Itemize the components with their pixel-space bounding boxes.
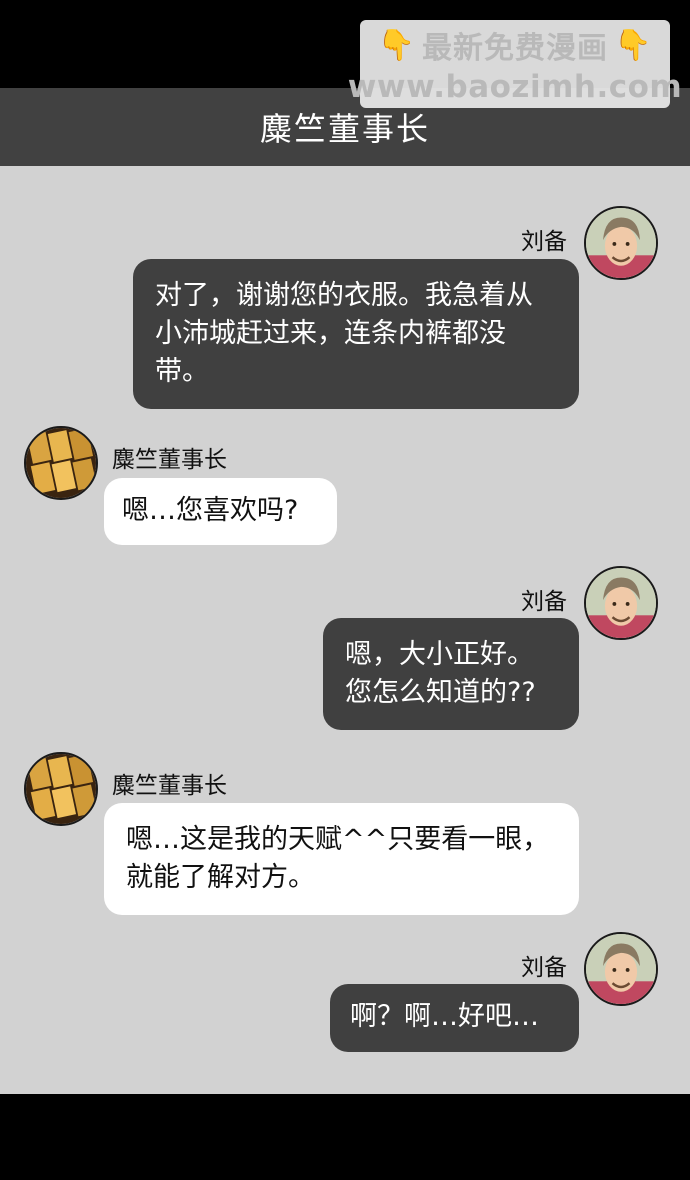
liu-bei-avatar[interactable]: [584, 932, 658, 1006]
sender-name: 刘备: [521, 955, 567, 981]
sender-name: 刘备: [521, 589, 567, 615]
sender-name: 刘备: [521, 229, 567, 255]
watermark-url[interactable]: www.baozimh.com: [348, 69, 682, 105]
watermark-title: 最新免费漫画: [422, 31, 608, 66]
pointing-down-hand-icon: 👇: [377, 27, 416, 63]
bottom-letterbox: [0, 1094, 690, 1180]
mi-zhu-avatar[interactable]: [24, 426, 98, 500]
message-bubble: 嗯…您喜欢吗?: [104, 478, 337, 545]
sender-name: 麋竺董事长: [112, 447, 227, 473]
mi-zhu-avatar[interactable]: [24, 752, 98, 826]
liu-bei-avatar[interactable]: [584, 566, 658, 640]
message-bubble: 啊？啊…好吧…: [330, 984, 579, 1052]
message-bubble: 嗯，大小正好。您怎么知道的??: [323, 618, 579, 730]
man-portrait-icon: [586, 568, 656, 638]
sender-name: 麋竺董事长: [112, 773, 227, 799]
pointing-down-hand-icon: 👇: [614, 27, 653, 63]
watermark-banner[interactable]: 👇 最新免费漫画 👇 www.baozimh.com: [348, 20, 682, 108]
chat-area: 刘备 对了，谢谢您的衣服。我急着从小沛城赶过来，连条内裤都没带。 麋竺董事长 嗯…: [0, 166, 690, 1094]
man-portrait-icon: [586, 208, 656, 278]
chat-title: 麋竺董事长: [259, 110, 430, 148]
gold-bars-icon: [26, 428, 96, 498]
message-bubble: 对了，谢谢您的衣服。我急着从小沛城赶过来，连条内裤都没带。: [133, 259, 579, 409]
liu-bei-avatar[interactable]: [584, 206, 658, 280]
gold-bars-icon: [26, 754, 96, 824]
message-bubble: 嗯…这是我的天赋^^只要看一眼，就能了解对方。: [104, 803, 579, 915]
man-portrait-icon: [586, 934, 656, 1004]
